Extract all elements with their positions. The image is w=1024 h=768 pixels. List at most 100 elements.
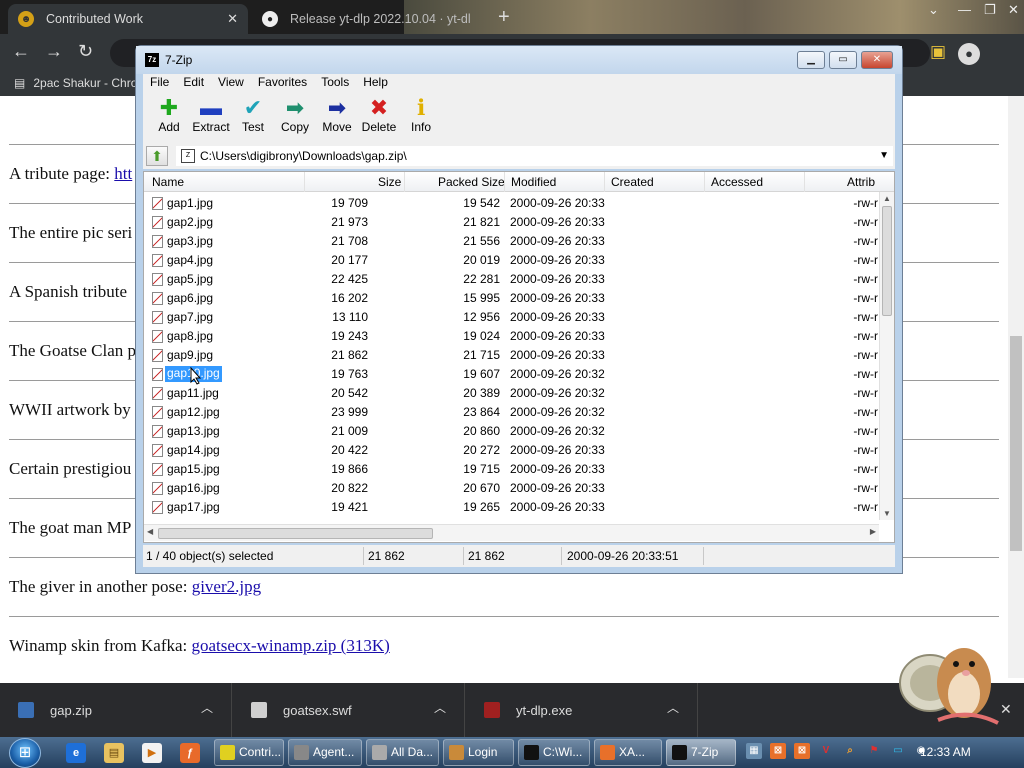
ie-icon[interactable]: e [66, 743, 86, 763]
column-header-packed-size[interactable]: Packed Size [438, 175, 505, 189]
chevron-up-icon[interactable]: ︿ [667, 699, 679, 716]
table-row[interactable]: gap15.jpg 19 866 19 715 2000-09-26 20:33 -rw… [144, 460, 884, 479]
download-item[interactable]: goatsex.swf ︿ [233, 683, 465, 737]
taskbar-item[interactable]: Contri... [214, 739, 284, 766]
table-row[interactable]: gap14.jpg 20 422 20 272 2000-09-26 20:33 -rw… [144, 441, 884, 460]
page-link[interactable]: giver2.jpg [192, 577, 261, 596]
table-row[interactable]: gap3.jpg 21 708 21 556 2000-09-26 20:33 -rw-… [144, 232, 884, 251]
chevron-up-icon[interactable]: ︿ [201, 699, 213, 716]
table-row[interactable]: gap11.jpg 20 542 20 389 2000-09-26 20:32 -rw… [144, 384, 884, 403]
column-header-attrib[interactable]: Attrib [847, 175, 875, 189]
page-scrollbar[interactable] [1008, 96, 1024, 678]
scroll-left-icon[interactable]: ◀ [147, 527, 153, 536]
table-row[interactable]: gap10.jpg19 76319 6072000-09-26 20:32-rw… [144, 365, 884, 384]
delete-button[interactable]: ✖ Delete [358, 96, 400, 142]
scrollbar-thumb[interactable] [158, 528, 433, 539]
tray-flag-icon[interactable]: ⚑ [866, 743, 882, 759]
scrollbar-thumb[interactable] [1010, 336, 1022, 551]
close-button[interactable]: ✕ [861, 51, 893, 69]
file-modified: 2000-09-26 20:33 [510, 329, 605, 343]
close-window-icon[interactable]: ✕ [1008, 2, 1019, 18]
profile-avatar-icon[interactable]: ● [958, 43, 980, 65]
bookmark-item[interactable]: ▤ 2pac Shakur - Chro [14, 76, 137, 90]
table-row[interactable]: gap13.jpg 21 009 20 860 2000-09-26 20:32 -rw… [144, 422, 884, 441]
download-item[interactable]: gap.zip ︿ [0, 683, 232, 737]
firefox-icon[interactable]: ƒ [180, 743, 200, 763]
column-header-created[interactable]: Created [611, 175, 654, 189]
taskbar-item[interactable]: All Da... [366, 739, 439, 766]
page-link[interactable]: goatsecx-winamp.zip (313K) [192, 636, 390, 655]
menu-favorites[interactable]: Favorites [251, 74, 314, 93]
extension-icon[interactable]: ▣ [930, 42, 946, 62]
maximize-button[interactable]: ▭ [829, 51, 857, 69]
table-row[interactable]: gap12.jpg 23 999 23 864 2000-09-26 20:32 -rw… [144, 403, 884, 422]
copy-button[interactable]: ➡ Copy [274, 96, 316, 142]
scroll-down-icon[interactable]: ▼ [883, 509, 891, 518]
taskbar-item[interactable]: Login [443, 739, 514, 766]
reload-icon[interactable]: ↻ [78, 41, 93, 62]
tray-search-icon[interactable]: ⌕ [842, 743, 858, 759]
path-field[interactable]: Z C:\Users\digibrony\Downloads\gap.zip\ … [176, 146, 893, 166]
tray-icon[interactable]: ▦ [746, 743, 762, 759]
scroll-right-icon[interactable]: ▶ [870, 527, 876, 536]
chevron-down-icon[interactable]: ⌄ [928, 2, 939, 18]
add-button[interactable]: ✚ Add [148, 96, 190, 142]
menu-help[interactable]: Help [356, 74, 395, 93]
download-item[interactable]: yt-dlp.exe ︿ [466, 683, 698, 737]
start-button[interactable]: ⊞ [9, 738, 41, 768]
minimize-button[interactable]: ▁ [797, 51, 825, 69]
table-row[interactable]: gap5.jpg 22 425 22 281 2000-09-26 20:33 -rw-… [144, 270, 884, 289]
extract-button[interactable]: ▬ Extract [190, 96, 232, 142]
page-link[interactable]: htt [114, 164, 132, 183]
tray-xampp-icon[interactable]: ⊠ [770, 743, 786, 759]
scroll-up-icon[interactable]: ▲ [883, 194, 891, 203]
list-vertical-scrollbar[interactable]: ▲ ▼ [879, 192, 894, 520]
menu-view[interactable]: View [211, 74, 251, 93]
column-header-modified[interactable]: Modified [511, 175, 556, 189]
tab-release-yt-dlp[interactable]: ● Release yt-dlp 2022.10.04 · yt-dl [252, 4, 492, 34]
scrollbar-thumb[interactable] [882, 206, 892, 316]
table-row[interactable]: gap6.jpg 16 202 15 995 2000-09-26 20:33 -rw-… [144, 289, 884, 308]
table-row[interactable]: gap1.jpg 19 709 19 542 2000-09-26 20:33 -rw-… [144, 194, 884, 213]
column-header-name[interactable]: Name [152, 175, 184, 189]
window-titlebar[interactable]: 7z 7-Zip ▁ ▭ ✕ [136, 46, 902, 74]
restore-icon[interactable]: ❐ [984, 2, 996, 18]
taskbar-item[interactable]: C:\Wi... [518, 739, 590, 766]
table-row[interactable]: gap4.jpg 20 177 20 019 2000-09-26 20:33 -rw-… [144, 251, 884, 270]
taskbar-item[interactable]: Agent... [288, 739, 362, 766]
new-tab-icon[interactable]: + [498, 6, 510, 29]
test-button[interactable]: ✔ Test [232, 96, 274, 142]
table-row[interactable]: gap16.jpg 20 822 20 670 2000-09-26 20:33 -rw… [144, 479, 884, 498]
dropdown-arrow-icon[interactable]: ▼ [879, 146, 889, 166]
taskbar-clock[interactable]: 12:33 AM [920, 745, 971, 759]
taskbar-item[interactable]: 7-Zip [666, 739, 736, 766]
taskbar-item[interactable]: XA... [594, 739, 662, 766]
menu-file[interactable]: File [143, 74, 176, 93]
forward-icon[interactable]: → [45, 41, 63, 62]
up-folder-icon[interactable]: ⬆ [146, 146, 168, 166]
column-header-accessed[interactable]: Accessed [711, 175, 763, 189]
table-row[interactable]: gap7.jpg 13 110 12 956 2000-09-26 20:33 -rw-… [144, 308, 884, 327]
tab-contributed-work[interactable]: ☻ Contributed Work ✕ [8, 4, 248, 34]
menu-edit[interactable]: Edit [176, 74, 211, 93]
table-row[interactable]: gap9.jpg 21 862 21 715 2000-09-26 20:33 -rw-… [144, 346, 884, 365]
table-row[interactable] [144, 517, 884, 523]
tray-v-icon[interactable]: V [818, 743, 834, 759]
media-player-icon[interactable]: ▶ [142, 743, 162, 763]
toolbar-label: Delete [361, 120, 397, 134]
back-icon[interactable]: ← [12, 41, 30, 62]
explorer-icon[interactable]: ▤ [104, 743, 124, 763]
tab-close-icon[interactable]: ✕ [227, 11, 238, 27]
table-row[interactable]: gap8.jpg 19 243 19 024 2000-09-26 20:33 -rw-… [144, 327, 884, 346]
info-button[interactable]: ℹ Info [400, 96, 442, 142]
tray-monitor-icon[interactable]: ▭ [890, 743, 906, 759]
tray-xampp-icon[interactable]: ⊠ [794, 743, 810, 759]
table-row[interactable]: gap17.jpg 19 421 19 265 2000-09-26 20:33 -rw… [144, 498, 884, 517]
minimize-icon[interactable]: — [958, 2, 971, 17]
move-button[interactable]: ➡ Move [316, 96, 358, 142]
table-row[interactable]: gap2.jpg 21 973 21 821 2000-09-26 20:33 -rw-… [144, 213, 884, 232]
menu-tools[interactable]: Tools [314, 74, 356, 93]
list-horizontal-scrollbar[interactable]: ◀ ▶ [144, 524, 879, 541]
column-header-size[interactable]: Size [378, 175, 401, 189]
chevron-up-icon[interactable]: ︿ [434, 699, 446, 716]
